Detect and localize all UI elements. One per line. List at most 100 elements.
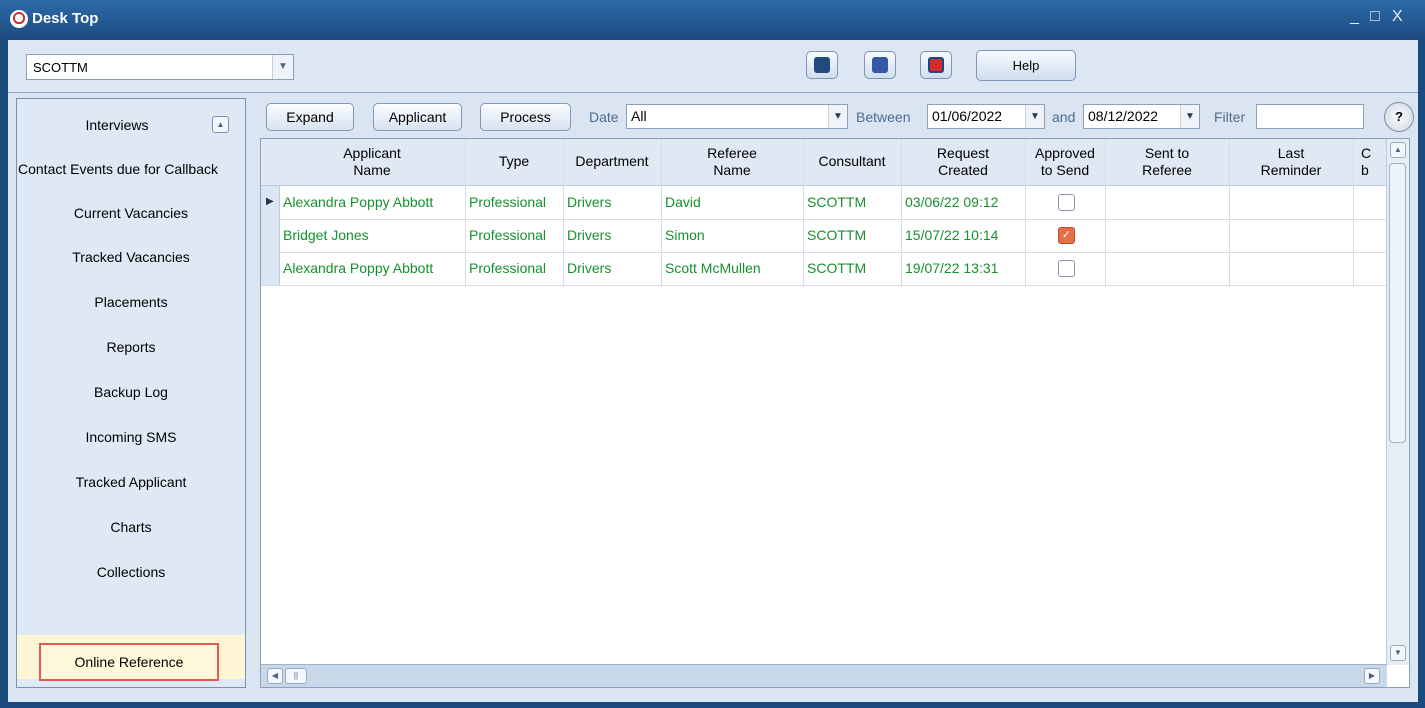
phone-calendar-icon bbox=[814, 57, 830, 73]
exit-arrow-icon bbox=[928, 57, 944, 73]
type-cell[interactable]: Professional bbox=[469, 194, 546, 210]
process-button[interactable]: Process bbox=[480, 103, 571, 131]
sidebar-item-placements[interactable]: Placements bbox=[17, 290, 245, 314]
date-filter-value: All bbox=[631, 108, 647, 124]
user-selector[interactable]: SCOTTM ▼ bbox=[26, 54, 294, 80]
user-selector-value: SCOTTM bbox=[33, 60, 88, 75]
applicant-name-cell[interactable]: Bridget Jones bbox=[283, 227, 369, 243]
department-cell[interactable]: Drivers bbox=[567, 194, 611, 210]
table-row[interactable]: Bridget Jones Professional Drivers Simon… bbox=[261, 219, 1387, 253]
start-date-calendar-icon[interactable]: ▼ bbox=[1025, 105, 1044, 128]
filter-input[interactable] bbox=[1256, 104, 1364, 129]
start-date-value: 01/06/2022 bbox=[932, 108, 1003, 124]
header-referee-name[interactable]: Referee Name bbox=[661, 145, 803, 179]
table-row[interactable]: ▶ Alexandra Poppy Abbott Professional Dr… bbox=[261, 186, 1387, 220]
department-cell[interactable]: Drivers bbox=[567, 227, 611, 243]
end-date-value: 08/12/2022 bbox=[1088, 108, 1159, 124]
sidebar-item-charts[interactable]: Charts bbox=[17, 515, 245, 539]
between-label: Between bbox=[856, 109, 911, 125]
end-date-input[interactable]: 08/12/2022 ▼ bbox=[1083, 104, 1200, 129]
transfer-icon bbox=[872, 57, 888, 73]
end-date-calendar-icon[interactable]: ▼ bbox=[1180, 105, 1199, 128]
scroll-left-icon[interactable]: ◀ bbox=[267, 668, 283, 684]
scroll-right-icon[interactable]: ▶ bbox=[1364, 668, 1380, 684]
consultant-cell[interactable]: SCOTTM bbox=[807, 260, 866, 276]
close-button[interactable]: X bbox=[1392, 8, 1403, 26]
vertical-scroll-thumb[interactable] bbox=[1389, 163, 1406, 443]
applicant-name-cell[interactable]: Alexandra Poppy Abbott bbox=[283, 194, 433, 210]
row-selector[interactable]: ▶ bbox=[261, 186, 280, 219]
header-request-created[interactable]: Request Created bbox=[901, 145, 1025, 179]
sidebar-item-online-reference[interactable]: Online Reference bbox=[17, 635, 245, 681]
online-reference-panel: Expand Applicant Process Date All ▼ Betw… bbox=[260, 98, 1414, 688]
applicant-name-cell[interactable]: Alexandra Poppy Abbott bbox=[283, 260, 433, 276]
sidebar-item-tracked-applicant[interactable]: Tracked Applicant bbox=[17, 470, 245, 494]
header-sent-to-referee[interactable]: Sent to Referee bbox=[1105, 145, 1229, 179]
department-cell[interactable]: Drivers bbox=[567, 260, 611, 276]
online-reference-grid: Applicant Name Type Department Referee N… bbox=[260, 138, 1410, 688]
collapse-up-icon[interactable]: ▲ bbox=[212, 116, 229, 133]
type-cell[interactable]: Professional bbox=[469, 227, 546, 243]
sidebar-item-collections[interactable]: Collections bbox=[17, 560, 245, 584]
header-approved-to-send[interactable]: Approved to Send bbox=[1025, 145, 1105, 179]
header-department[interactable]: Department bbox=[563, 153, 661, 170]
help-button[interactable]: Help bbox=[976, 50, 1076, 81]
filter-label: Filter bbox=[1214, 109, 1246, 125]
sidebar-item-interviews[interactable]: Interviews bbox=[17, 113, 217, 137]
help-question-icon[interactable]: ? bbox=[1384, 102, 1414, 132]
date-dropdown-arrow[interactable]: ▼ bbox=[828, 105, 847, 128]
top-toolbar: SCOTTM ▼ Help bbox=[8, 40, 1418, 93]
grid-header-row: Applicant Name Type Department Referee N… bbox=[261, 139, 1387, 186]
window-title: Desk Top bbox=[32, 10, 99, 27]
request-created-cell[interactable]: 15/07/22 10:14 bbox=[905, 227, 998, 243]
app-icon bbox=[10, 10, 28, 28]
scroll-down-icon[interactable]: ▼ bbox=[1390, 645, 1406, 661]
header-type[interactable]: Type bbox=[465, 153, 563, 170]
scroll-up-icon[interactable]: ▲ bbox=[1390, 142, 1406, 158]
header-last-reminder[interactable]: Last Reminder bbox=[1229, 145, 1353, 179]
navigation-sidebar: Interviews ▲ Contact Events due for Call… bbox=[16, 98, 246, 688]
header-cut-off[interactable]: C b bbox=[1353, 145, 1387, 179]
sidebar-item-backup-log[interactable]: Backup Log bbox=[17, 380, 245, 404]
filter-bar: Expand Applicant Process Date All ▼ Betw… bbox=[260, 98, 1414, 136]
approved-to-send-checkbox[interactable] bbox=[1058, 194, 1075, 211]
referee-name-cell[interactable]: Scott McMullen bbox=[665, 260, 761, 276]
and-label: and bbox=[1052, 109, 1076, 125]
header-applicant-name[interactable]: Applicant Name bbox=[279, 145, 465, 179]
request-created-cell[interactable]: 19/07/22 13:31 bbox=[905, 260, 998, 276]
expand-button[interactable]: Expand bbox=[266, 103, 354, 131]
approved-to-send-checkbox[interactable] bbox=[1058, 260, 1075, 277]
sidebar-item-tracked-vacancies[interactable]: Tracked Vacancies bbox=[17, 245, 245, 269]
date-filter-select[interactable]: All ▼ bbox=[626, 104, 848, 129]
consultant-cell[interactable]: SCOTTM bbox=[807, 194, 866, 210]
applicant-button[interactable]: Applicant bbox=[373, 103, 462, 131]
maximize-button[interactable]: □ bbox=[1370, 8, 1380, 26]
sidebar-item-contact-events[interactable]: Contact Events due for Callback bbox=[17, 157, 246, 181]
current-row-icon: ▶ bbox=[266, 196, 274, 207]
referee-name-cell[interactable]: Simon bbox=[665, 227, 705, 243]
row-selector[interactable] bbox=[261, 219, 280, 252]
phone-calendar-icon-button[interactable] bbox=[806, 51, 838, 79]
consultant-cell[interactable]: SCOTTM bbox=[807, 227, 866, 243]
request-created-cell[interactable]: 03/06/22 09:12 bbox=[905, 194, 998, 210]
desktop-body: SCOTTM ▼ Help Interviews ▲ Contact Event… bbox=[8, 40, 1418, 702]
vertical-scrollbar[interactable]: ▲ ▼ bbox=[1386, 139, 1409, 665]
user-dropdown-button[interactable]: ▼ bbox=[272, 55, 293, 79]
sidebar-item-current-vacancies[interactable]: Current Vacancies bbox=[17, 201, 245, 225]
start-date-input[interactable]: 01/06/2022 ▼ bbox=[927, 104, 1045, 129]
type-cell[interactable]: Professional bbox=[469, 260, 546, 276]
refresh-transfer-icon-button[interactable] bbox=[864, 51, 896, 79]
sidebar-item-reports[interactable]: Reports bbox=[17, 335, 245, 359]
title-bar: Desk Top _ □ X bbox=[0, 0, 1425, 40]
exit-icon-button[interactable] bbox=[920, 51, 952, 79]
header-consultant[interactable]: Consultant bbox=[803, 153, 901, 170]
horizontal-scrollbar[interactable]: ◀ || ▶ bbox=[261, 664, 1387, 687]
horizontal-scroll-thumb[interactable]: || bbox=[285, 668, 307, 684]
table-row[interactable]: Alexandra Poppy Abbott Professional Driv… bbox=[261, 252, 1387, 286]
approved-to-send-checkbox-checked[interactable]: ✓ bbox=[1058, 227, 1075, 244]
minimize-button[interactable]: _ bbox=[1350, 8, 1359, 26]
sidebar-item-incoming-sms[interactable]: Incoming SMS bbox=[17, 425, 245, 449]
referee-name-cell[interactable]: David bbox=[665, 194, 701, 210]
row-selector[interactable] bbox=[261, 252, 280, 285]
date-label: Date bbox=[589, 109, 619, 125]
